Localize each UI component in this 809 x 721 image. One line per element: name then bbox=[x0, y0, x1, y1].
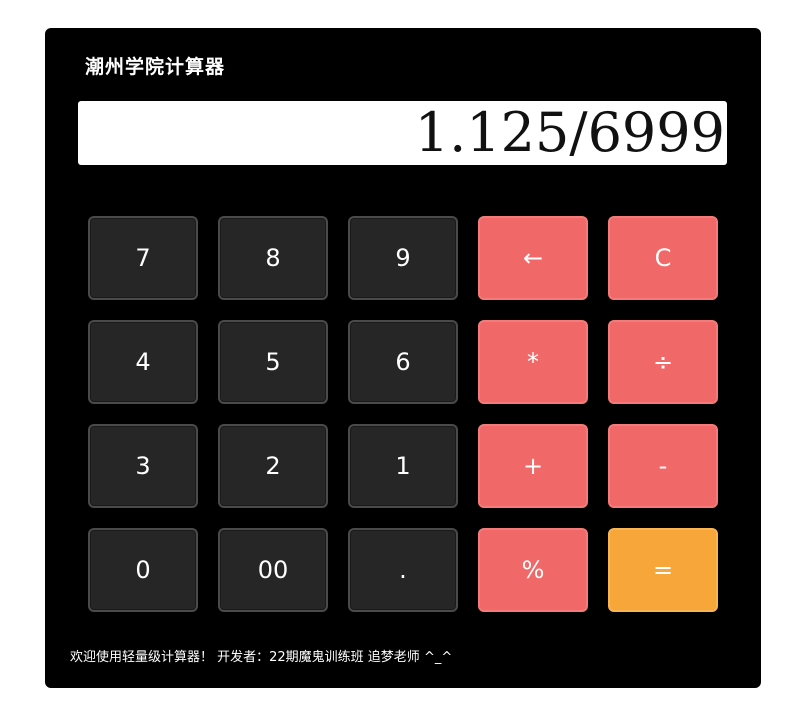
equals-button[interactable]: = bbox=[608, 528, 718, 612]
multiply-button[interactable]: * bbox=[478, 320, 588, 404]
key-1[interactable]: 1 bbox=[348, 424, 458, 508]
key-3[interactable]: 3 bbox=[88, 424, 198, 508]
key-6[interactable]: 6 bbox=[348, 320, 458, 404]
app-title: 潮州学院计算器 bbox=[85, 56, 226, 78]
key-7[interactable]: 7 bbox=[88, 216, 198, 300]
divide-button[interactable]: ÷ bbox=[608, 320, 718, 404]
key-2[interactable]: 2 bbox=[218, 424, 328, 508]
keypad: 7 8 9 ← C 4 5 6 * ÷ 3 2 1 + - 0 00 . % = bbox=[88, 216, 718, 612]
subtract-button[interactable]: - bbox=[608, 424, 718, 508]
calculator-display: 1.125/6999 bbox=[78, 101, 727, 165]
decimal-point-button[interactable]: . bbox=[348, 528, 458, 612]
clear-button[interactable]: C bbox=[608, 216, 718, 300]
key-5[interactable]: 5 bbox=[218, 320, 328, 404]
add-button[interactable]: + bbox=[478, 424, 588, 508]
key-4[interactable]: 4 bbox=[88, 320, 198, 404]
display-value: 1.125/6999 bbox=[414, 101, 725, 164]
calculator-panel: 潮州学院计算器 1.125/6999 7 8 9 ← C 4 5 6 * ÷ 3… bbox=[45, 28, 761, 688]
backspace-button[interactable]: ← bbox=[478, 216, 588, 300]
key-9[interactable]: 9 bbox=[348, 216, 458, 300]
percent-button[interactable]: % bbox=[478, 528, 588, 612]
key-8[interactable]: 8 bbox=[218, 216, 328, 300]
key-00[interactable]: 00 bbox=[218, 528, 328, 612]
footer-text: 欢迎使用轻量级计算器！ 开发者：22期魔鬼训练班 追梦老师 ^_^ bbox=[70, 650, 453, 665]
key-0[interactable]: 0 bbox=[88, 528, 198, 612]
